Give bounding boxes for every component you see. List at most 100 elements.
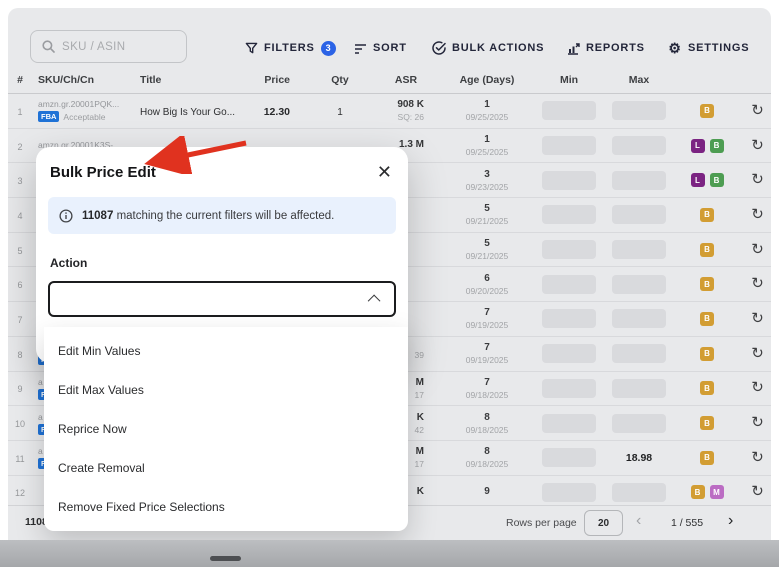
refresh-button[interactable]: ↻ — [751, 171, 764, 188]
action-select[interactable] — [48, 281, 396, 317]
max-input[interactable] — [612, 171, 666, 190]
action-option[interactable]: Create Removal — [44, 448, 408, 487]
min-input[interactable] — [542, 414, 596, 433]
home-indicator[interactable] — [210, 556, 241, 561]
age-date: 09/21/2025 — [436, 251, 538, 261]
age-date: 09/21/2025 — [436, 216, 538, 226]
reports-button[interactable]: REPORTS — [566, 39, 645, 57]
max-input[interactable] — [612, 101, 666, 120]
table-row: 1amzn.gr.20001PQK...FBAAcceptableHow Big… — [8, 94, 771, 129]
max-input[interactable] — [612, 275, 666, 294]
action-option[interactable]: Reprice Now — [44, 409, 408, 448]
min-input[interactable] — [542, 171, 596, 190]
status-badge: B — [700, 312, 714, 326]
header-sku: SKU/Ch/Cn — [32, 74, 130, 86]
status-badge: B — [700, 243, 714, 257]
min-input[interactable] — [542, 101, 596, 120]
max-input[interactable] — [612, 344, 666, 363]
header-price: Price — [254, 74, 304, 86]
max-value: 18.98 — [608, 452, 670, 464]
min-input[interactable] — [542, 136, 596, 155]
max-input[interactable] — [612, 483, 666, 502]
bulk-actions-label: BULK ACTIONS — [452, 42, 544, 54]
status-badge: L — [691, 139, 705, 153]
age-value: 7 — [436, 342, 538, 353]
info-icon — [59, 209, 73, 223]
row-number: 12 — [15, 488, 25, 498]
min-input[interactable] — [542, 344, 596, 363]
next-page-button[interactable]: › — [728, 512, 733, 530]
filters-label: FILTERS — [264, 42, 315, 54]
settings-button[interactable]: ⚙ SETTINGS — [668, 39, 749, 57]
info-banner: 11087 matching the current filters will … — [48, 197, 396, 234]
max-input[interactable] — [612, 205, 666, 224]
filters-button[interactable]: FILTERS 3 — [244, 39, 336, 57]
search-icon — [41, 40, 55, 54]
refresh-button[interactable]: ↻ — [751, 241, 764, 258]
status-badge: B — [700, 208, 714, 222]
check-circle-icon — [432, 41, 446, 55]
action-option[interactable]: Remove Fixed Price Selections — [44, 487, 408, 526]
refresh-button[interactable]: ↻ — [751, 206, 764, 223]
header-asr: ASR — [376, 74, 436, 86]
min-input[interactable] — [542, 240, 596, 259]
action-option[interactable]: Edit Min Values — [44, 331, 408, 370]
refresh-button[interactable]: ↻ — [751, 449, 764, 466]
filter-funnel-icon — [244, 41, 258, 55]
modal-title: Bulk Price Edit — [50, 164, 156, 181]
prev-page-button[interactable]: ‹ — [636, 512, 641, 530]
row-number: 8 — [17, 350, 22, 360]
max-input[interactable] — [612, 379, 666, 398]
max-input[interactable] — [612, 414, 666, 433]
age-value: 3 — [436, 169, 538, 180]
min-input[interactable] — [542, 379, 596, 398]
rows-per-page-select[interactable]: 20 — [584, 510, 623, 536]
age-date: 09/19/2025 — [436, 355, 538, 365]
row-number: 4 — [17, 211, 22, 221]
info-text: matching the current filters will be aff… — [117, 210, 335, 222]
age-value: 8 — [436, 446, 538, 457]
min-input[interactable] — [542, 483, 596, 502]
status-badge: B — [700, 451, 714, 465]
refresh-button[interactable]: ↻ — [751, 275, 764, 292]
max-input[interactable] — [612, 136, 666, 155]
action-options-list: Edit Min ValuesEdit Max ValuesReprice No… — [44, 327, 408, 531]
age-date: 09/20/2025 — [436, 286, 538, 296]
refresh-button[interactable]: ↻ — [751, 102, 764, 119]
status-badge: B — [710, 139, 724, 153]
bar-chart-icon — [566, 41, 580, 55]
refresh-button[interactable]: ↻ — [751, 310, 764, 327]
max-input[interactable] — [612, 309, 666, 328]
status-badge: B — [700, 277, 714, 291]
age-value: 5 — [436, 238, 538, 249]
gear-icon: ⚙ — [668, 41, 682, 55]
refresh-button[interactable]: ↻ — [751, 483, 764, 500]
refresh-button[interactable]: ↻ — [751, 345, 764, 362]
action-option[interactable]: Edit Max Values — [44, 370, 408, 409]
status-badge: B — [700, 416, 714, 430]
qty-value: 1 — [337, 107, 343, 118]
close-icon[interactable]: ✕ — [375, 163, 394, 181]
age-value: 9 — [436, 486, 538, 497]
asr-value: 908 K — [376, 99, 424, 110]
max-input[interactable] — [612, 240, 666, 259]
age-value: 7 — [436, 377, 538, 388]
age-value: 7 — [436, 307, 538, 318]
asr-sub: SQ: 26 — [376, 112, 424, 122]
refresh-button[interactable]: ↻ — [751, 414, 764, 431]
reports-label: REPORTS — [586, 42, 645, 54]
refresh-button[interactable]: ↻ — [751, 379, 764, 396]
age-value: 6 — [436, 273, 538, 284]
sort-button[interactable]: SORT — [353, 39, 407, 57]
min-input[interactable] — [542, 309, 596, 328]
refresh-button[interactable]: ↻ — [751, 137, 764, 154]
min-input[interactable] — [542, 448, 596, 467]
status-badge: B — [691, 485, 705, 499]
age-value: 5 — [436, 203, 538, 214]
min-input[interactable] — [542, 275, 596, 294]
row-number: 9 — [17, 384, 22, 394]
min-input[interactable] — [542, 205, 596, 224]
chevron-up-icon — [368, 294, 381, 307]
bulk-actions-button[interactable]: BULK ACTIONS — [432, 39, 544, 57]
search-input[interactable]: SKU / ASIN — [30, 30, 187, 63]
